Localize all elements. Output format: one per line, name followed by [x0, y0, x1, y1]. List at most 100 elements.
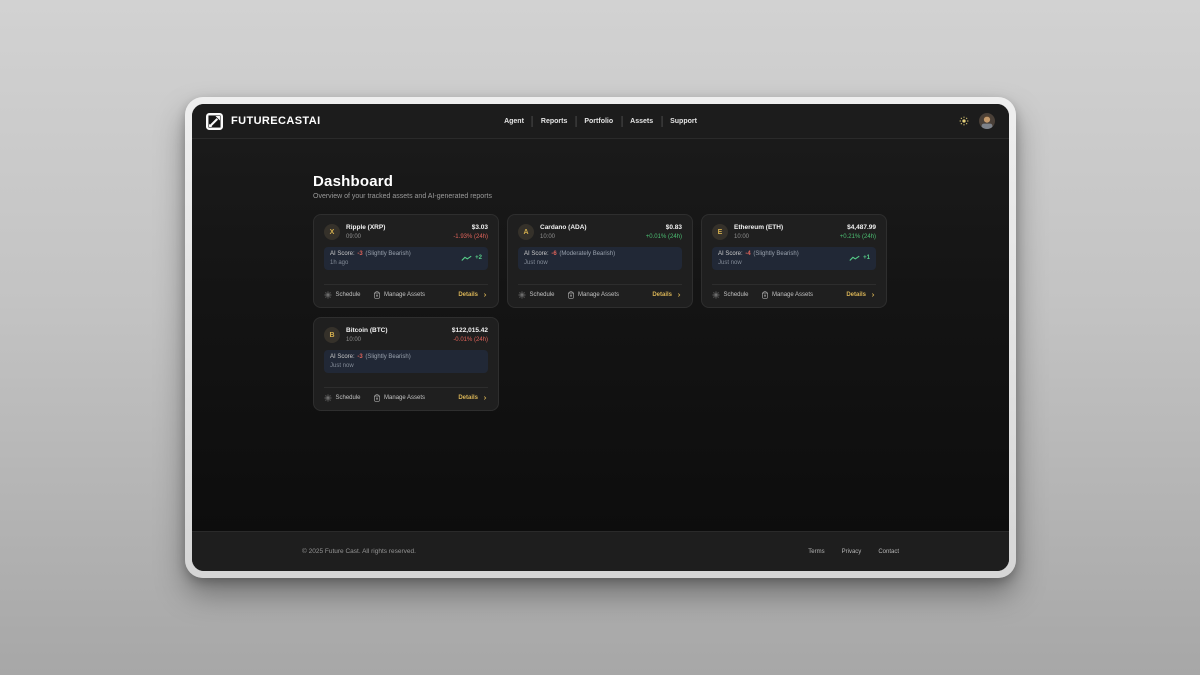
nav-assets[interactable]: Assets: [621, 116, 661, 127]
manage-assets-button[interactable]: Manage Assets: [373, 291, 426, 299]
card-actions: Schedule Manage Assets: [324, 284, 488, 299]
main-nav: Agent Reports Portfolio Assets Support: [496, 104, 705, 138]
ai-score-label: AI Score:: [524, 251, 549, 257]
ai-score-label: AI Score:: [718, 251, 743, 257]
details-button[interactable]: Details: [652, 292, 682, 298]
gear-icon: [712, 291, 720, 299]
schedule-button[interactable]: Schedule: [324, 291, 361, 299]
score-delta-badge: +2: [461, 255, 482, 262]
schedule-label: Schedule: [336, 395, 361, 401]
details-button[interactable]: Details: [458, 395, 488, 401]
theme-toggle-sun-icon[interactable]: [959, 116, 969, 126]
schedule-button[interactable]: Schedule: [712, 291, 749, 299]
ai-score-updated: Just now: [524, 260, 615, 266]
ai-score-updated: Just now: [718, 260, 799, 266]
ai-score-updated: Just now: [330, 363, 411, 369]
card-header: X Ripple (XRP) 09:00 $3.03 -1.93% (24h): [324, 224, 488, 240]
manage-assets-button[interactable]: Manage Assets: [567, 291, 620, 299]
nav-portfolio[interactable]: Portfolio: [575, 116, 621, 127]
footer-link-contact[interactable]: Contact: [878, 549, 899, 555]
nav-reports[interactable]: Reports: [532, 116, 575, 127]
card-header: E Ethereum (ETH) 10:00 $4,487.99 +0.21% …: [712, 224, 876, 240]
main-content: Dashboard Overview of your tracked asset…: [192, 139, 1009, 531]
trash-icon: [567, 291, 575, 299]
device-frame: FUTURECASTAI Agent Reports Portfolio Ass…: [185, 97, 1016, 578]
asset-change: +0.01% (24h): [646, 234, 682, 240]
page-subtitle: Overview of your tracked assets and AI-g…: [313, 193, 888, 200]
trash-icon: [373, 291, 381, 299]
manage-assets-button[interactable]: Manage Assets: [761, 291, 814, 299]
ai-score-box: AI Score: -3 (Slightly Bearish) Just now: [324, 350, 488, 373]
asset-card-ripple: X Ripple (XRP) 09:00 $3.03 -1.93% (24h): [313, 214, 499, 308]
asset-price: $4,487.99: [840, 224, 876, 231]
ai-score-value: -6: [550, 251, 557, 257]
top-actions: [959, 113, 995, 129]
nav-support[interactable]: Support: [661, 116, 705, 127]
score-delta-value: +2: [475, 255, 482, 261]
card-actions: Schedule Manage Assets: [324, 387, 488, 402]
ai-score-value: -3: [356, 354, 363, 360]
asset-price: $0.83: [646, 224, 682, 231]
trend-up-icon: [461, 255, 472, 262]
brand-logo-icon: [206, 113, 223, 130]
ai-score-label: AI Score:: [330, 251, 355, 257]
manage-assets-label: Manage Assets: [384, 395, 425, 401]
score-delta-value: +1: [863, 255, 870, 261]
asset-price: $3.03: [453, 224, 488, 231]
ai-score-box: AI Score: -4 (Slightly Bearish) Just now: [712, 247, 876, 270]
asset-change: -0.01% (24h): [452, 337, 488, 343]
nav-agent[interactable]: Agent: [496, 116, 532, 127]
gear-icon: [518, 291, 526, 299]
chevron-right-icon: [482, 292, 488, 298]
details-button[interactable]: Details: [458, 292, 488, 298]
manage-assets-label: Manage Assets: [384, 292, 425, 298]
card-actions: Schedule Manage Assets: [518, 284, 682, 299]
asset-icon: B: [324, 327, 340, 343]
card-header: A Cardano (ADA) 10:00 $0.83 +0.01% (24h): [518, 224, 682, 240]
manage-assets-label: Manage Assets: [578, 292, 619, 298]
chevron-right-icon: [870, 292, 876, 298]
schedule-label: Schedule: [530, 292, 555, 298]
schedule-label: Schedule: [336, 292, 361, 298]
details-label: Details: [652, 292, 672, 298]
asset-card-cardano: A Cardano (ADA) 10:00 $0.83 +0.01% (24h): [507, 214, 693, 308]
asset-card-grid: X Ripple (XRP) 09:00 $3.03 -1.93% (24h): [313, 214, 888, 411]
avatar[interactable]: [979, 113, 995, 129]
asset-name: Ripple (XRP): [346, 224, 385, 231]
ai-score-value: -3: [356, 251, 363, 257]
brand[interactable]: FUTURECASTAI: [206, 113, 321, 130]
asset-time: 09:00: [346, 234, 385, 240]
asset-icon: X: [324, 224, 340, 240]
score-delta-badge: +1: [849, 255, 870, 262]
asset-icon: E: [712, 224, 728, 240]
schedule-button[interactable]: Schedule: [518, 291, 555, 299]
details-label: Details: [458, 292, 478, 298]
ai-score-sentiment: (Moderately Bearish): [559, 251, 615, 257]
asset-time: 10:00: [346, 337, 388, 343]
ai-score-box: AI Score: -6 (Moderately Bearish) Just n…: [518, 247, 682, 270]
asset-name: Bitcoin (BTC): [346, 327, 388, 334]
card-actions: Schedule Manage Assets: [712, 284, 876, 299]
ai-score-value: -4: [744, 251, 751, 257]
schedule-button[interactable]: Schedule: [324, 394, 361, 402]
footer-link-privacy[interactable]: Privacy: [842, 549, 862, 555]
details-label: Details: [458, 395, 478, 401]
footer-link-terms[interactable]: Terms: [808, 549, 824, 555]
manage-assets-button[interactable]: Manage Assets: [373, 394, 426, 402]
manage-assets-label: Manage Assets: [772, 292, 813, 298]
asset-price: $122,015.42: [452, 327, 488, 334]
ai-score-label: AI Score:: [330, 354, 355, 360]
asset-change: -1.93% (24h): [453, 234, 488, 240]
asset-name: Ethereum (ETH): [734, 224, 783, 231]
asset-time: 10:00: [734, 234, 783, 240]
copyright-text: © 2025 Future Cast. All rights reserved.: [302, 548, 416, 555]
asset-card-ethereum: E Ethereum (ETH) 10:00 $4,487.99 +0.21% …: [701, 214, 887, 308]
ai-score-sentiment: (Slightly Bearish): [365, 354, 410, 360]
top-nav-bar: FUTURECASTAI Agent Reports Portfolio Ass…: [192, 104, 1009, 139]
details-button[interactable]: Details: [846, 292, 876, 298]
desktop-background: FUTURECASTAI Agent Reports Portfolio Ass…: [0, 0, 1200, 675]
asset-change: +0.21% (24h): [840, 234, 876, 240]
brand-name: FUTURECASTAI: [231, 115, 321, 127]
ai-score-sentiment: (Slightly Bearish): [753, 251, 798, 257]
ai-score-updated: 1h ago: [330, 260, 411, 266]
